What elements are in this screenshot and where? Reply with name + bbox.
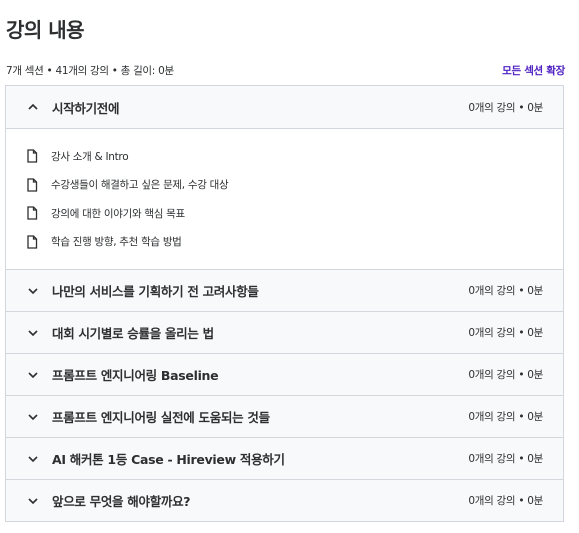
chevron-down-icon [26,494,40,508]
lecture-item[interactable]: 수강생들이 해결하고 싶은 문제, 수강 대상 [6,171,563,200]
document-icon [26,206,38,220]
section-title: 프롬프트 엔지니어링 Baseline [52,368,219,383]
section-title: 대회 시기별로 승률을 올리는 법 [52,326,214,341]
section-meta: 0개의 강의 • 0분 [468,369,543,381]
lecture-item[interactable]: 강의에 대한 이야기와 핵심 목표 [6,199,563,228]
section-meta: 0개의 강의 • 0분 [468,453,543,465]
document-icon [26,178,38,192]
section-title: 앞으로 무엇을 해야할까요? [52,494,191,509]
section-meta: 0개의 강의 • 0분 [468,285,543,297]
lecture-title: 강사 소개 & Intro [51,150,129,163]
section-title: 시작하기전에 [52,100,120,116]
lecture-title: 학습 진행 방향, 추천 학습 방법 [51,236,182,249]
document-icon [26,149,38,163]
chevron-up-icon [26,100,40,114]
section-meta: 0개의 강의 • 0분 [468,495,543,507]
lecture-item[interactable]: 학습 진행 방향, 추천 학습 방법 [6,228,563,257]
lecture-item[interactable]: 강사 소개 & Intro [6,142,563,171]
section-meta: 0개의 강의 • 0분 [468,101,543,114]
lecture-title: 강의에 대한 이야기와 핵심 목표 [51,207,185,220]
curriculum-summary: 7개 섹션 • 41개의 강의 • 총 길이: 0분 [6,64,174,77]
lecture-list: 강사 소개 & Intro 수강생들이 해결하고 싶은 문제, 수강 대상 강의… [6,128,563,269]
section-header[interactable]: 시작하기전에 0개의 강의 • 0분 [6,86,563,128]
lecture-title: 수강생들이 해결하고 싶은 문제, 수강 대상 [51,179,229,192]
section-header[interactable]: 앞으로 무엇을 해야할까요? 0개의 강의 • 0분 [6,479,563,521]
section-meta: 0개의 강의 • 0분 [468,327,543,339]
page-title: 강의 내용 [6,18,85,42]
section-header[interactable]: 대회 시기별로 승률을 올리는 법 0개의 강의 • 0분 [6,311,563,353]
curriculum-summary-row: 7개 섹션 • 41개의 강의 • 총 길이: 0분 모든 섹션 확장 [6,61,565,79]
section-meta: 0개의 강의 • 0분 [468,411,543,423]
section-header[interactable]: AI 해커톤 1등 Case - Hireview 적용하기 0개의 강의 • … [6,437,563,479]
section-title: AI 해커톤 1등 Case - Hireview 적용하기 [52,452,285,467]
chevron-down-icon [26,284,40,298]
section-header[interactable]: 프롬프트 엔지니어링 실전에 도움되는 것들 0개의 강의 • 0분 [6,395,563,437]
chevron-down-icon [26,452,40,466]
section-title: 나만의 서비스를 기획하기 전 고려사항들 [52,284,259,299]
section-header[interactable]: 나만의 서비스를 기획하기 전 고려사항들 0개의 강의 • 0분 [6,269,563,311]
section-header[interactable]: 프롬프트 엔지니어링 Baseline 0개의 강의 • 0분 [6,353,563,395]
chevron-down-icon [26,368,40,382]
expand-all-sections-button[interactable]: 모든 섹션 확장 [502,63,565,78]
curriculum-accordion: 시작하기전에 0개의 강의 • 0분 강사 소개 & Intro 수강생들이 해… [5,85,564,522]
chevron-down-icon [26,326,40,340]
chevron-down-icon [26,410,40,424]
section-title: 프롬프트 엔지니어링 실전에 도움되는 것들 [52,410,270,425]
document-icon [26,235,38,249]
